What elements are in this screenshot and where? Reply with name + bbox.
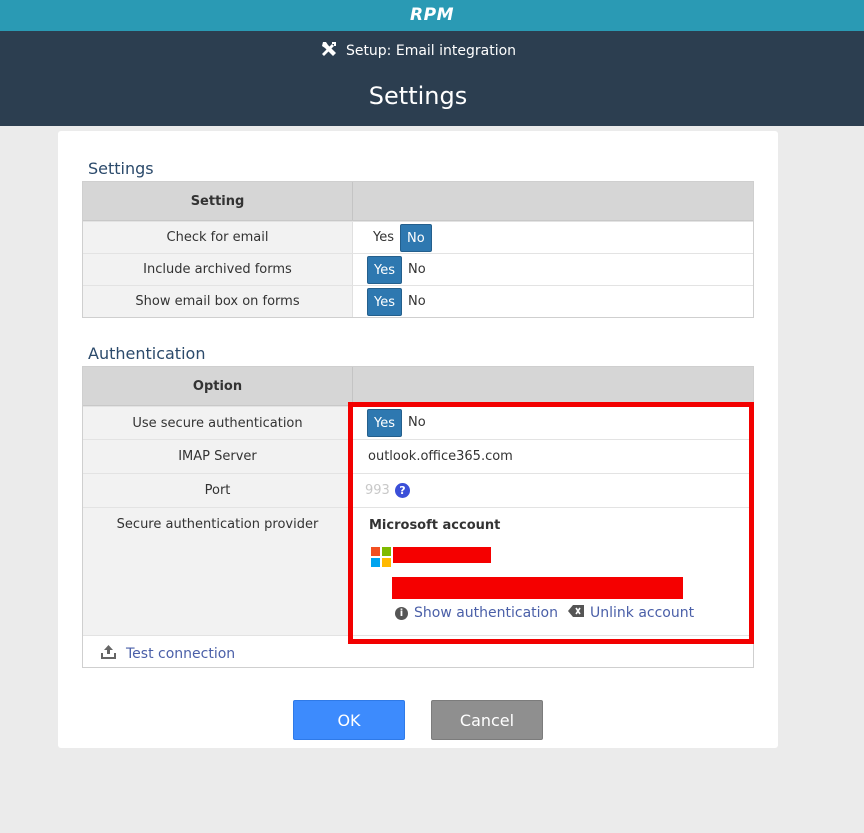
auth-row-provider: Secure authentication provider Microsoft… [83,507,753,635]
auth-table: Option Use secure authentication Yes No … [82,366,754,668]
option-column-header: Option [83,367,353,405]
redacted-account-email [392,577,683,599]
settings-table: Setting Check for email Yes No Include a… [82,181,754,318]
secure-auth-toggle: Yes No [367,407,432,439]
setting-row-email-box: Show email box on forms Yes No [83,285,753,317]
option-label: IMAP Server [83,440,353,473]
no-option[interactable]: No [402,256,432,284]
ok-button[interactable]: OK [293,700,405,740]
backspace-icon [568,605,584,621]
archived-forms-toggle: Yes No [367,254,432,285]
no-option[interactable]: No [402,409,432,437]
setting-column-header: Setting [83,182,353,220]
unlink-label: Unlink account [590,605,695,621]
page-header: Setup: Email integration Settings [0,31,864,126]
setting-label: Show email box on forms [83,286,353,317]
setting-row-check-email: Check for email Yes No [83,221,753,253]
page-title: Settings [368,82,468,110]
redacted-account-name [393,547,491,563]
no-option[interactable]: No [400,223,432,252]
microsoft-logo-icon [371,547,391,567]
auth-table-header: Option [83,367,753,406]
auth-row-secure: Use secure authentication Yes No [83,406,753,439]
check-email-toggle: Yes No [367,222,432,253]
option-label: Use secure authentication [83,407,353,439]
no-option[interactable]: No [402,288,432,316]
top-bar: RPM [0,0,864,31]
test-connection-link[interactable]: Test connection [101,643,235,663]
auth-row-port: Port 993 ? [83,473,753,507]
breadcrumb: Setup: Email integration [0,40,836,61]
yes-option[interactable]: Yes [367,224,400,252]
port-field[interactable]: 993 [365,474,390,508]
email-box-toggle: Yes No [367,286,432,317]
option-label: Secure authentication provider [83,508,353,635]
show-auth-label: Show authentication [414,605,558,621]
yes-option[interactable]: Yes [367,409,402,437]
app-brand: RPM [410,5,454,25]
setting-label: Check for email [83,222,353,253]
provider-name: Microsoft account [369,518,501,533]
help-icon[interactable]: ? [395,483,410,498]
cancel-button[interactable]: Cancel [431,700,543,740]
upload-icon [101,644,116,663]
tools-icon [321,42,336,56]
info-icon: i [395,607,408,620]
imap-server-value[interactable]: outlook.office365.com [368,440,513,474]
auth-row-imap: IMAP Server outlook.office365.com [83,439,753,473]
breadcrumb-label: Setup: Email integration [345,43,517,59]
settings-section-title: Settings [88,159,154,178]
setting-label: Include archived forms [83,254,353,285]
setting-row-archived-forms: Include archived forms Yes No [83,253,753,285]
unlink-account-link[interactable]: Unlink account [568,605,694,621]
option-label: Port [83,474,353,507]
test-connection-row: Test connection [83,635,753,668]
yes-option[interactable]: Yes [367,287,402,316]
yes-option[interactable]: Yes [367,255,402,284]
auth-section-title: Authentication [88,344,206,363]
test-connection-label: Test connection [126,646,236,662]
show-auth-link[interactable]: i Show authentication [395,605,558,621]
settings-table-header: Setting [83,182,753,221]
